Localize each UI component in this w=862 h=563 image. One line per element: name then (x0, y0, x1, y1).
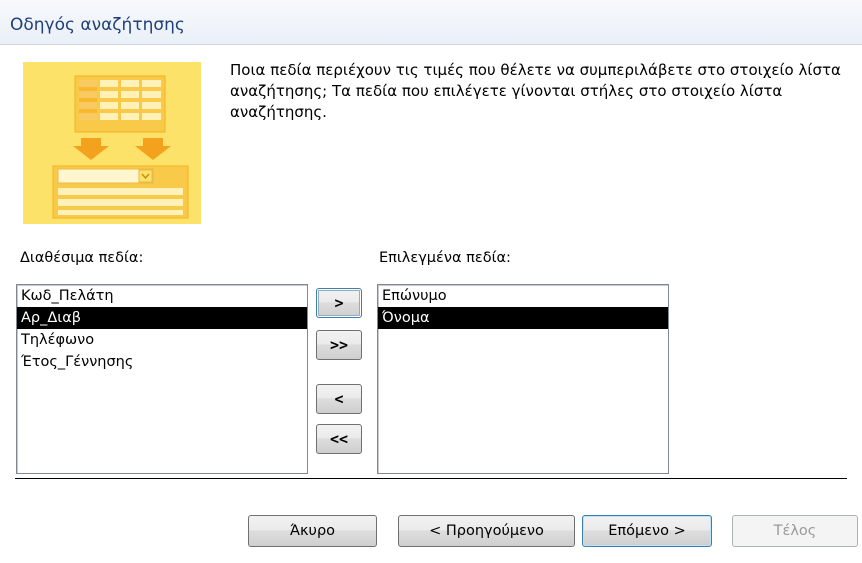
finish-button[interactable]: Τέλος (732, 515, 858, 547)
selected-fields-list[interactable]: Επώνυμο Όνομα (377, 284, 669, 474)
remove-field-button[interactable]: < (316, 384, 362, 414)
selected-fields-label: Επιλεγμένα πεδία: (379, 250, 511, 266)
wizard-header: Οδηγός αναζήτησης (0, 0, 862, 45)
instructions-text: Ποια πεδία περιέχουν τις τιμές που θέλετ… (230, 61, 841, 121)
add-all-fields-button[interactable]: >> (316, 330, 362, 360)
back-button[interactable]: < Προηγούμενο (398, 515, 575, 547)
selected-field-item-selected[interactable]: Όνομα (378, 307, 668, 329)
available-field-item[interactable]: Έτος_Γέννησης (17, 351, 307, 373)
add-field-button[interactable]: > (316, 288, 362, 318)
lookup-wizard-illustration (23, 62, 201, 224)
footer-separator (15, 478, 847, 479)
selected-field-item[interactable]: Επώνυμο (378, 285, 668, 307)
remove-all-fields-button[interactable]: << (316, 424, 362, 454)
next-button[interactable]: Επόμενο > (582, 515, 712, 547)
cancel-button[interactable]: Άκυρο (248, 515, 377, 547)
available-field-item[interactable]: Κωδ_Πελάτη (17, 285, 307, 307)
available-field-item-selected[interactable]: Αρ_Διαβ (17, 307, 307, 329)
available-fields-list[interactable]: Κωδ_Πελάτη Αρ_Διαβ Τηλέφωνο Έτος_Γέννηση… (16, 284, 308, 474)
available-fields-label: Διαθέσιμα πεδία: (20, 250, 144, 266)
wizard-title: Οδηγός αναζήτησης (10, 15, 185, 35)
available-field-item[interactable]: Τηλέφωνο (17, 329, 307, 351)
